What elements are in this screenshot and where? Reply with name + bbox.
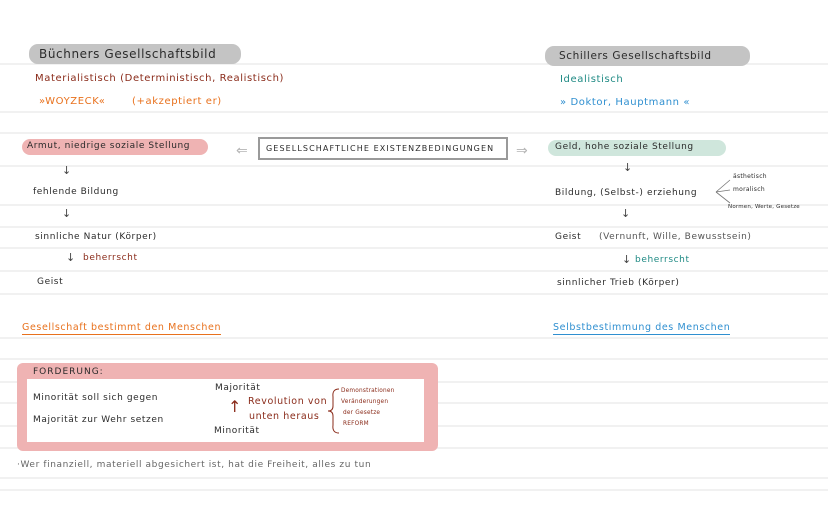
right-item3-note: (Vernunft, Wille, Bewusstsein): [599, 232, 752, 242]
bracket-item: Demonstrationen: [341, 388, 395, 394]
arrow-left-icon: ⇐: [236, 143, 248, 159]
right-item2-branch: ästhetisch: [733, 173, 767, 180]
left-item2: fehlende Bildung: [33, 187, 119, 197]
right-item3-sub: beherrscht: [635, 255, 690, 265]
right-item3: Geist: [555, 232, 582, 242]
bracket-item: Veränderungen: [341, 399, 389, 405]
left-item3: sinnliche Natur (Körper): [35, 232, 157, 242]
right-item2-branch: moralisch: [733, 186, 765, 193]
arrow-down-icon: ↓: [62, 164, 72, 177]
arrow-down-icon: ↓: [621, 207, 631, 220]
bracket-item: REFORM: [343, 421, 369, 427]
footer-note: ·Wer finanziell, materiell abgesichert i…: [17, 460, 372, 470]
arrow-down-icon: ↓: [622, 253, 632, 266]
arrow-up-icon: ↑: [228, 397, 242, 416]
right-item2-branch: Normen, Werte, Gesetze: [728, 204, 800, 210]
existence-conditions-label: GESELLSCHAFTLICHE EXISTENZBEDINGUNGEN: [266, 144, 495, 153]
arrow-right-icon: ⇒: [516, 143, 528, 159]
left-title: Büchners Gesellschaftsbild: [39, 47, 217, 61]
revolution-line2: unten heraus: [249, 411, 320, 422]
arrow-down-icon: ↓: [62, 207, 72, 220]
right-conclusion: Selbstbestimmung des Menschen: [553, 322, 731, 335]
right-title: Schillers Gesellschaftsbild: [559, 50, 712, 62]
right-works: » Doktor, Hauptmann «: [560, 97, 691, 108]
majoritaet-label: Majorität: [215, 383, 261, 393]
left-item1: Armut, niedrige soziale Stellung: [27, 141, 191, 151]
left-conclusion: Gesellschaft bestimmt den Menschen: [22, 322, 222, 335]
left-item4: Geist: [37, 277, 64, 287]
left-works: »WOYZECK«: [39, 96, 106, 107]
arrow-down-icon: ↓: [623, 161, 633, 174]
left-item3-note: beherrscht: [83, 253, 138, 263]
right-item4: sinnlicher Trieb (Körper): [557, 278, 680, 288]
right-item2: Bildung, (Selbst-) erziehung: [555, 188, 698, 198]
right-item1: Geld, hohe soziale Stellung: [555, 142, 694, 152]
left-works-note: (+akzeptiert er): [132, 96, 222, 107]
arrow-down-icon: ↓: [66, 251, 76, 264]
curly-bracket: [327, 388, 340, 434]
forderung-line2: Majorität zur Wehr setzen: [33, 415, 164, 425]
bracket-item: der Gesetze: [343, 410, 381, 416]
forderung-line1: Minorität soll sich gegen: [33, 393, 159, 403]
left-subtitle: Materialistisch (Deterministisch, Realis…: [35, 73, 285, 84]
minoritaet-label: Minorität: [214, 426, 260, 436]
right-subtitle: Idealistisch: [560, 74, 624, 85]
revolution-line1: Revolution von: [248, 396, 328, 407]
forderung-heading: FORDERUNG:: [33, 367, 104, 377]
